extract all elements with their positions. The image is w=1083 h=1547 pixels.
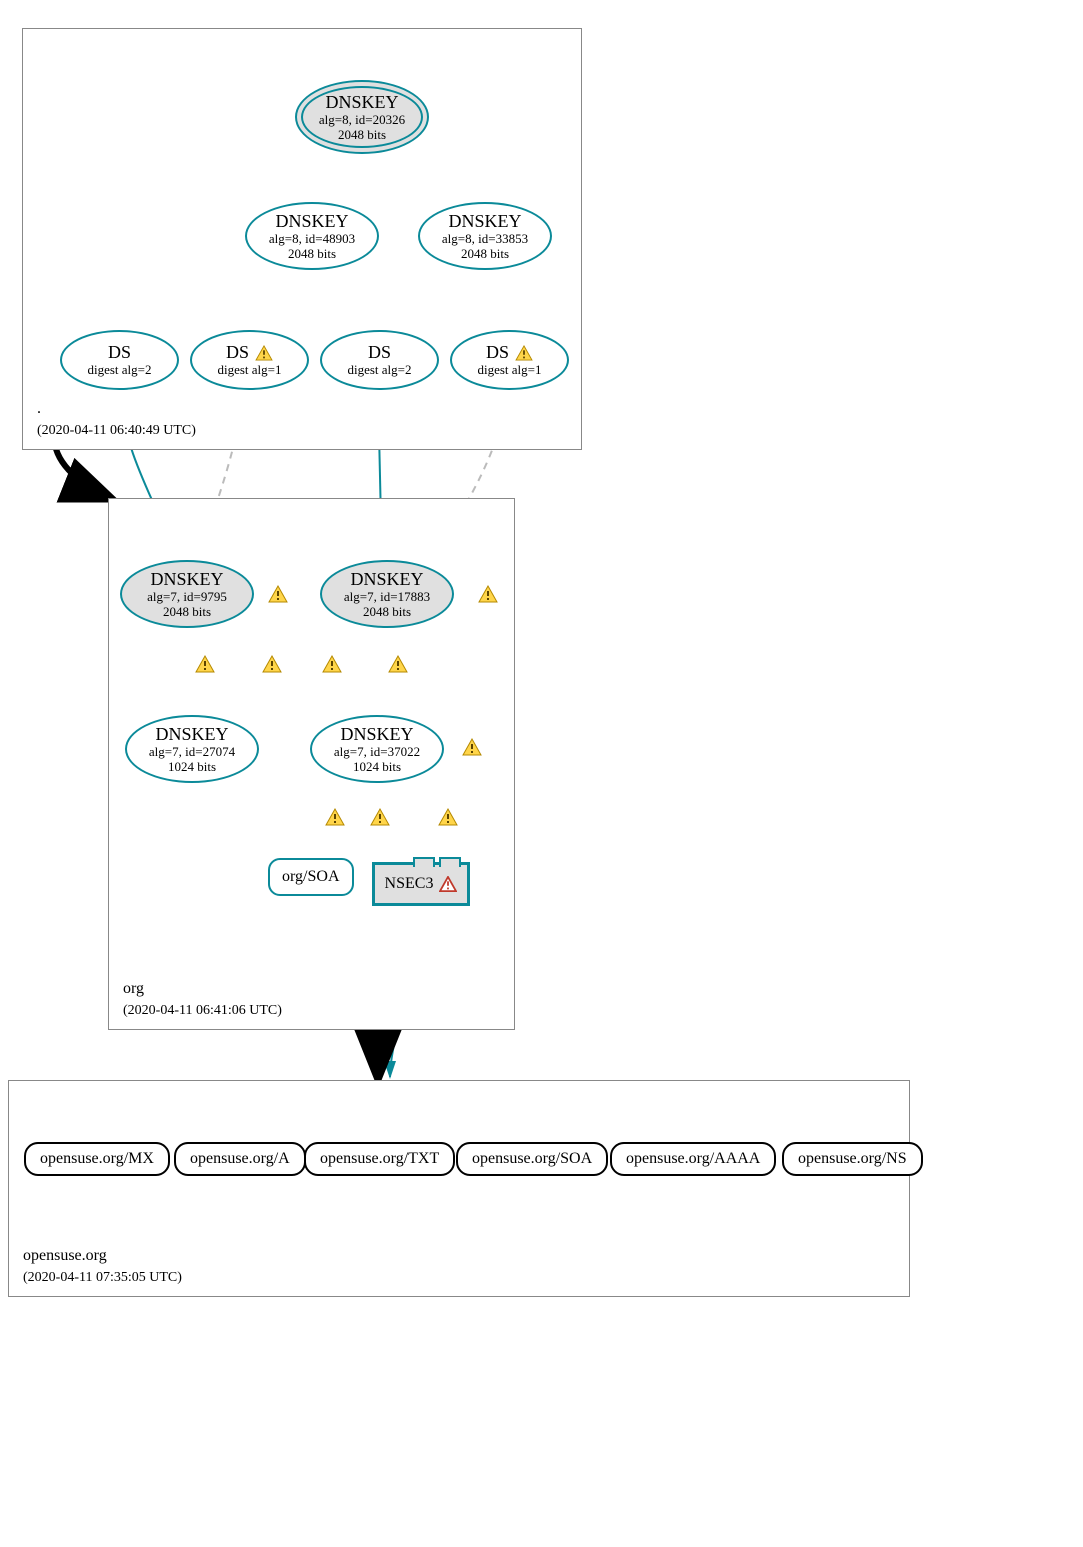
dnskey-a-title: DNSKEY <box>325 92 398 113</box>
zone-root-ts: (2020-04-11 06:40:49 UTC) <box>37 423 196 438</box>
ds-digest2-a: DS digest alg=2 <box>60 330 179 390</box>
rrset-ns: opensuse.org/NS <box>782 1142 923 1176</box>
dnskey-org-9795: DNSKEY alg=7, id=9795 2048 bits <box>120 560 254 628</box>
zone-leaf-name: opensuse.org <box>23 1247 107 1264</box>
record-nsec3: NSEC3 <box>372 862 470 906</box>
zone-org-ts: (2020-04-11 06:41:06 UTC) <box>123 1003 282 1018</box>
zone-org-name: org <box>123 980 144 997</box>
zone-root-name: . <box>37 400 41 417</box>
rrset-mx: opensuse.org/MX <box>24 1142 170 1176</box>
dnskey-root-ksk: DNSKEY alg=8, id=20326 2048 bits <box>295 80 429 154</box>
dnskey-a-l2: alg=8, id=20326 <box>319 113 405 128</box>
ds-digest1-b: DS digest alg=1 <box>450 330 569 390</box>
warning-icon <box>515 345 533 361</box>
zone-leaf-label: opensuse.org (2020-04-11 07:35:05 UTC) <box>23 1246 182 1288</box>
zone-org-label: org (2020-04-11 06:41:06 UTC) <box>123 979 282 1021</box>
error-icon <box>439 876 457 892</box>
rrset-a: opensuse.org/A <box>174 1142 306 1176</box>
warning-icon <box>255 345 273 361</box>
rrset-aaaa: opensuse.org/AAAA <box>610 1142 776 1176</box>
dnskey-org-37022: DNSKEY alg=7, id=37022 1024 bits <box>310 715 444 783</box>
dnskey-root-48903: DNSKEY alg=8, id=48903 2048 bits <box>245 202 379 270</box>
ds-digest1-a: DS digest alg=1 <box>190 330 309 390</box>
dnskey-org-17883: DNSKEY alg=7, id=17883 2048 bits <box>320 560 454 628</box>
ds-digest2-b: DS digest alg=2 <box>320 330 439 390</box>
dnskey-root-33853: DNSKEY alg=8, id=33853 2048 bits <box>418 202 552 270</box>
dnskey-org-27074: DNSKEY alg=7, id=27074 1024 bits <box>125 715 259 783</box>
dnskey-a-l3: 2048 bits <box>338 128 386 143</box>
zone-root-label: . (2020-04-11 06:40:49 UTC) <box>37 399 196 441</box>
zone-leaf-ts: (2020-04-11 07:35:05 UTC) <box>23 1270 182 1285</box>
zone-leaf: opensuse.org (2020-04-11 07:35:05 UTC) <box>8 1080 910 1297</box>
rrset-soa: opensuse.org/SOA <box>456 1142 608 1176</box>
rrset-txt: opensuse.org/TXT <box>304 1142 455 1176</box>
record-org-soa: org/SOA <box>268 858 354 896</box>
